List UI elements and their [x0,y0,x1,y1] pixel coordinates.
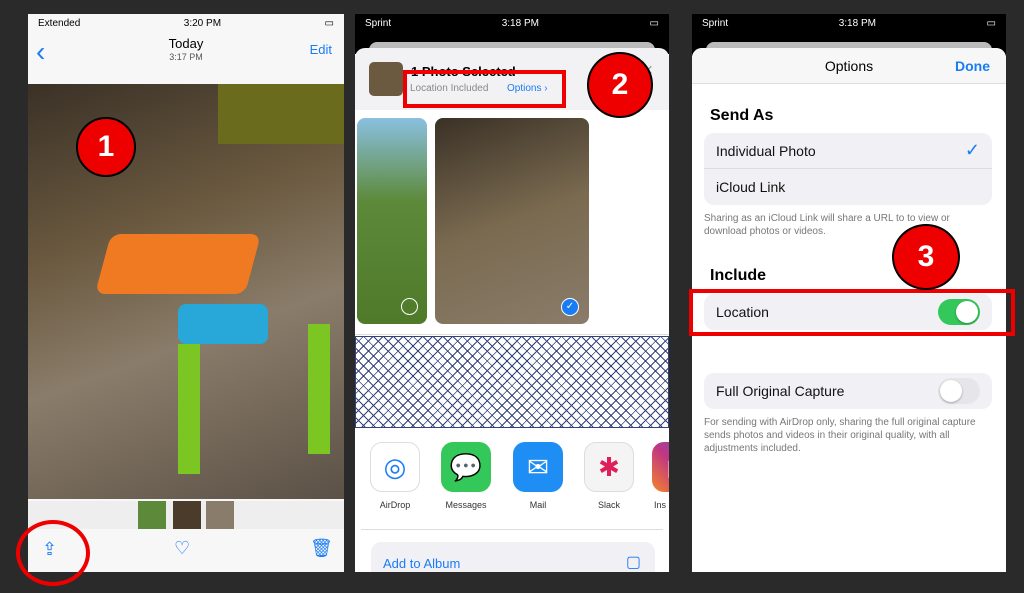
option-individual-photo[interactable]: Individual Photo ✓ [704,133,992,169]
app-mail[interactable]: ✉ Mail [512,442,564,510]
toy-table [94,234,262,294]
heart-icon[interactable]: ♡ [174,538,190,559]
option-label: iCloud Link [716,179,786,195]
airdrop-icon: ◎ [370,442,420,492]
toy-tray [178,304,268,344]
carrier: Extended [38,17,81,29]
add-to-album-action[interactable]: Add to Album ▢ [371,542,655,572]
send-as-heading: Send As [710,107,774,124]
checkmark-icon[interactable]: ✓ [561,298,579,316]
app-messages[interactable]: 💬 Messages [440,442,492,510]
app-label: Mail [529,500,547,510]
battery-icon: ▭ [324,17,334,29]
app-airdrop[interactable]: ◎ AirDrop [369,442,421,510]
carrier: Sprint [365,17,392,29]
highlight-circle [16,520,90,586]
app-instagram[interactable]: ◻ Ins [652,442,669,510]
step-badge-2: 2 [587,52,653,118]
app-label: AirDrop [379,500,411,510]
curtain [218,84,344,144]
redacted-contacts [355,336,669,428]
battery-icon: ▭ [649,17,659,29]
nav-title: Today [168,36,204,51]
app-label: Messages [445,500,487,510]
app-label: Slack [597,500,620,510]
selected-thumb [369,62,403,96]
album-icon: ▢ [625,554,641,571]
thumbnail[interactable] [138,501,166,529]
step-badge-3: 3 [892,224,960,290]
status-bar: Sprint 3:18 PM ▭ [692,14,1006,32]
action-label: Add to Album [383,556,461,571]
thumbnail[interactable] [173,501,201,529]
time: 3:20 PM [183,17,222,29]
toy-leg [178,344,200,474]
messages-icon: 💬 [441,442,491,492]
option-label: Individual Photo [716,142,816,159]
thumbnail[interactable] [206,501,234,529]
send-as-group: Individual Photo ✓ iCloud Link [704,133,992,205]
unselected-circle[interactable] [401,298,418,315]
instagram-icon: ◻ [652,442,669,492]
done-button[interactable]: Done [955,58,990,74]
status-bar: Sprint 3:18 PM ▭ [355,14,669,32]
full-capture-row: Full Original Capture [704,373,992,409]
option-icloud-link[interactable]: iCloud Link [704,169,992,205]
photo-option[interactable] [357,118,427,324]
trash-icon[interactable]: 🗑 [310,538,333,559]
capture-group: Full Original Capture [704,373,992,409]
checkmark-icon: ✓ [964,140,980,160]
highlight-box [403,70,566,108]
time: 3:18 PM [838,17,876,29]
full-capture-note: For sending with AirDrop only, sharing t… [704,417,976,454]
step-badge-1: 1 [76,117,136,177]
full-capture-toggle[interactable] [938,378,980,404]
photo-option-selected[interactable]: ✓ [435,118,589,324]
carrier: Sprint [702,17,729,29]
toy-leg [308,324,330,454]
edit-button[interactable]: Edit [310,42,332,57]
time: 3:18 PM [501,17,539,29]
app-slack[interactable]: ✱ Slack [583,442,635,510]
highlight-box [689,289,1015,336]
photos-screen: Extended 3:20 PM ▭ ‹ Today 3:17 PM Edit ⇪ … [28,14,344,572]
app-label: Ins [654,500,667,510]
thumbnail-strip[interactable] [28,501,344,529]
slack-icon: ✱ [584,442,634,492]
status-bar: Extended 3:20 PM ▭ [28,14,344,32]
battery-icon: ▭ [986,17,996,29]
nav-subtitle: 3:17 PM [169,52,203,62]
include-heading: Include [710,267,767,284]
mail-icon: ✉ [513,442,563,492]
full-capture-label: Full Original Capture [716,383,845,399]
